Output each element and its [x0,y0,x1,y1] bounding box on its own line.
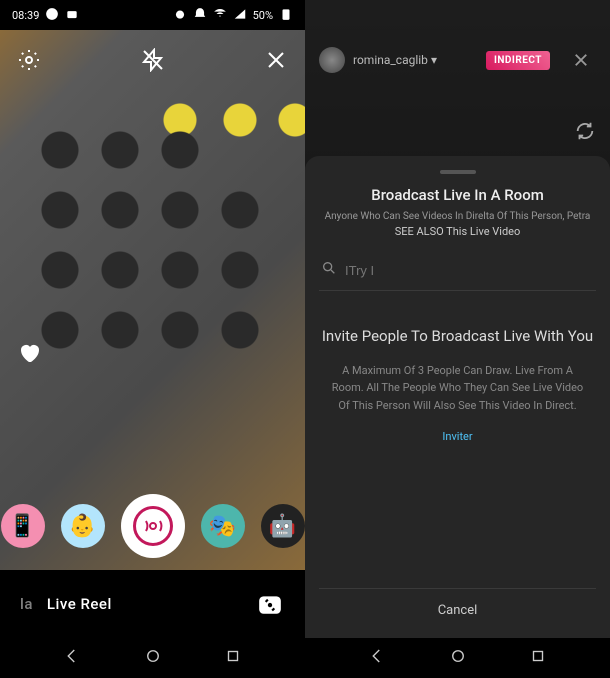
dnd-icon [193,7,207,24]
bottom-sheet: Broadcast Live In A Room Anyone Who Can … [305,156,610,638]
filter-4[interactable]: 🤖 [261,504,305,548]
settings-icon[interactable] [14,45,44,75]
nav-recent[interactable] [224,647,242,669]
sheet-grabber[interactable] [440,170,476,174]
alarm-icon [173,7,187,24]
close-icon[interactable] [261,45,291,75]
indirect-badge[interactable]: INDIRECT [486,51,550,70]
invite-link[interactable]: Inviter [319,430,596,443]
filter-2[interactable]: 👶 [61,504,105,548]
mode-bar: la Live Reel [0,570,305,638]
nav-home[interactable] [144,647,162,669]
shutter-button[interactable] [121,494,185,558]
camera-viewfinder [0,30,305,570]
nav-back[interactable] [63,647,81,669]
search-input[interactable] [345,263,594,278]
cancel-button[interactable]: Cancel [319,588,596,638]
whatsapp-icon [45,7,59,24]
lines-icon[interactable] [14,290,44,320]
sheet-subtitle: Anyone Who Can See Videos In Direlta Of … [319,210,596,240]
battery-icon [279,7,293,24]
filter-row: 📱 👶 🎭 🤖 [0,494,305,558]
heart-icon[interactable] [14,338,44,368]
android-nav [0,638,610,678]
nav-home[interactable] [449,647,467,669]
invite-title: Invite People To Broadcast Live With You [319,325,596,348]
nav-back[interactable] [368,647,386,669]
signal-icon [233,7,247,24]
nav-recent[interactable] [529,647,547,669]
live-icon [133,506,173,546]
flash-off-icon[interactable] [138,45,168,75]
close-icon[interactable] [566,45,596,75]
username-label[interactable]: romina_caglib ▾ [353,53,437,67]
search-row[interactable] [319,254,596,291]
chevron-down-icon: ▾ [431,53,437,67]
sheet-title: Broadcast Live In A Room [319,186,596,204]
switch-camera-icon[interactable] [255,589,285,619]
screen-camera: 08:39 50% [0,0,305,638]
invite-body: A Maximum Of 3 People Can Draw. Live Fro… [319,362,596,415]
status-time: 08:39 [12,9,39,22]
wifi-icon [213,7,227,24]
live-header: romina_caglib ▾ INDIRECT [305,40,610,80]
filter-3[interactable]: 🎭 [201,504,245,548]
status-bar: 08:39 50% [0,0,305,30]
battery-text: 50% [253,9,273,22]
sync-icon[interactable] [574,120,596,146]
screen-broadcast-sheet: romina_caglib ▾ INDIRECT Broadcast Live … [305,0,610,638]
mode-secondary[interactable]: la [20,595,33,613]
mode-primary[interactable]: Live Reel [47,595,112,613]
avatar[interactable] [319,47,345,73]
camera-status-icon [65,7,79,24]
filter-1[interactable]: 📱 [1,504,45,548]
search-icon [321,260,337,280]
